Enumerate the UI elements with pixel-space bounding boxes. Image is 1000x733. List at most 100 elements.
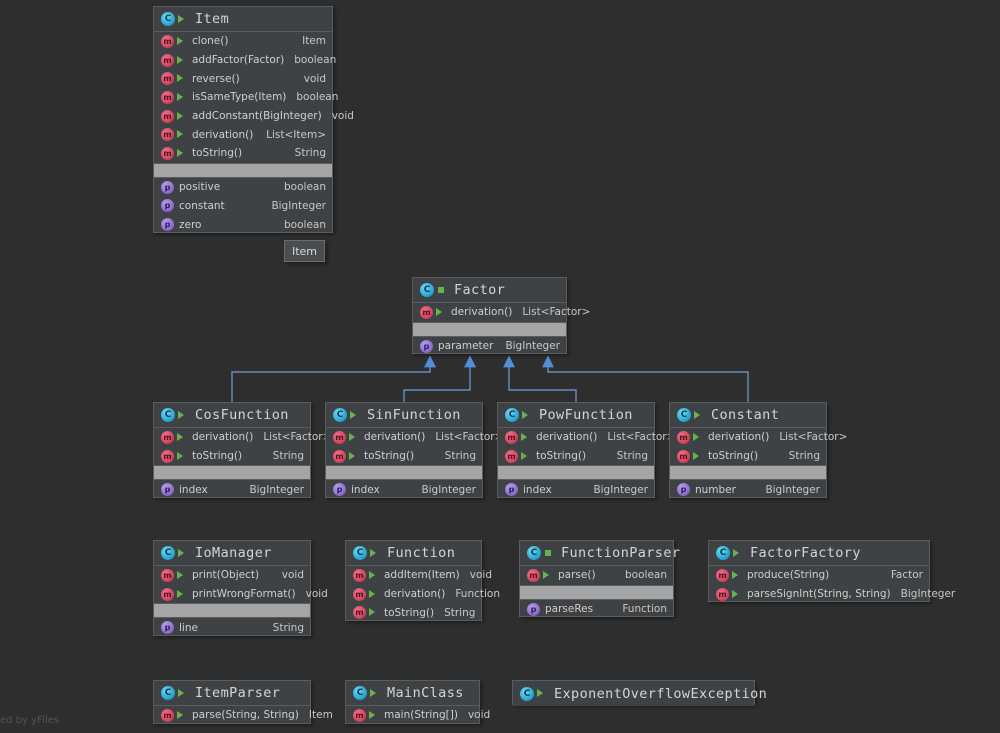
uml-class-function[interactable]: C Function m addItem(Item) void m derivation()… xyxy=(345,540,500,622)
public-visibility-icon xyxy=(733,548,742,559)
method-name: addItem(Item) xyxy=(384,569,460,582)
methods-section: m derivation() List<Factor> m toString() Stri… xyxy=(326,428,503,466)
field-icon: p xyxy=(161,621,174,635)
method-name: toString() xyxy=(536,450,587,463)
field-type: BigInteger xyxy=(421,483,476,496)
uml-class-factorfactory[interactable]: C FactorFactory m produce(String) Factor m par… xyxy=(708,540,955,604)
field-row[interactable]: p index BigInteger xyxy=(154,480,310,499)
edge-layer xyxy=(231,355,749,402)
method-row[interactable]: m derivation() List<Item> xyxy=(154,125,332,144)
method-icon: m xyxy=(420,305,433,319)
public-visibility-icon xyxy=(178,548,187,559)
field-row[interactable]: p line String xyxy=(154,618,310,637)
field-icon: p xyxy=(527,602,540,616)
field-name: positive xyxy=(179,181,221,194)
method-row[interactable]: m toString() String xyxy=(498,447,654,466)
public-visibility-icon xyxy=(349,432,358,443)
class-icon: C xyxy=(161,686,175,700)
class-title-bar[interactable]: C ItemParser xyxy=(154,681,310,706)
method-row[interactable]: m derivation() List<Factor> xyxy=(413,303,590,322)
method-row[interactable]: m derivation() List<Factor> xyxy=(670,428,847,447)
method-type: Factor xyxy=(890,569,923,582)
method-row[interactable]: m addConstant(BigInteger) void xyxy=(154,107,354,126)
method-row[interactable]: m parseSignInt(String, String) BigInteger xyxy=(709,585,955,604)
public-visibility-icon xyxy=(370,688,379,699)
public-visibility-icon xyxy=(177,148,186,159)
field-row[interactable]: p index BigInteger xyxy=(326,480,482,499)
method-row[interactable]: m addFactor(Factor) boolean xyxy=(154,51,336,70)
class-title-bar[interactable]: C ExponentOverflowException xyxy=(513,681,767,706)
public-visibility-icon xyxy=(178,410,187,421)
class-title-bar[interactable]: C SinFunction xyxy=(326,403,482,428)
method-name: print(Object) xyxy=(192,569,260,582)
method-row[interactable]: m main(String[]) void xyxy=(346,706,490,725)
method-type: boolean xyxy=(625,569,667,582)
diagram-canvas[interactable]: C Item m clone() Item m addFactor(Factor) boole… xyxy=(0,0,1000,733)
public-visibility-icon xyxy=(370,548,379,559)
method-row[interactable]: m clone() Item xyxy=(154,32,332,51)
field-row[interactable]: p parseRes Function xyxy=(520,600,673,619)
class-title-bar[interactable]: C FactorFactory xyxy=(709,541,929,566)
class-title-bar[interactable]: C PowFunction xyxy=(498,403,654,428)
class-title-bar[interactable]: C Factor xyxy=(413,278,566,303)
uml-class-powfunction[interactable]: C PowFunction m derivation() List<Factor> m to… xyxy=(497,402,675,499)
field-name: parseRes xyxy=(545,603,594,616)
uml-class-iomanager[interactable]: C IoManager m print(Object) void m printWrongF… xyxy=(153,540,328,637)
fields-section: p line String xyxy=(154,618,310,637)
field-row[interactable]: p constant BigInteger xyxy=(154,197,332,216)
uml-class-sinfunction[interactable]: C SinFunction m derivation() List<Factor> m to… xyxy=(325,402,503,499)
field-row[interactable]: p index BigInteger xyxy=(498,480,654,499)
uml-class-mainclass[interactable]: C MainClass m main(String[]) void xyxy=(345,680,490,725)
public-visibility-icon xyxy=(521,451,530,462)
method-row[interactable]: m toString() String xyxy=(154,144,332,163)
class-icon: C xyxy=(716,546,730,560)
method-icon: m xyxy=(161,128,174,142)
method-row[interactable]: m produce(String) Factor xyxy=(709,566,929,585)
method-row[interactable]: m reverse() void xyxy=(154,69,332,88)
class-title-bar[interactable]: C CosFunction xyxy=(154,403,310,428)
uml-class-itemparser[interactable]: C ItemParser m parse(String, String) Item xyxy=(153,680,333,725)
public-visibility-icon xyxy=(544,548,553,559)
uml-class-exponentoverflowexception[interactable]: C ExponentOverflowException xyxy=(512,680,767,706)
field-row[interactable]: p positive boolean xyxy=(154,178,332,197)
class-icon: C xyxy=(161,408,175,422)
class-title-bar[interactable]: C Constant xyxy=(670,403,826,428)
field-row[interactable]: p parameter BigInteger xyxy=(413,337,566,356)
method-name: reverse() xyxy=(192,72,240,85)
method-type: String xyxy=(616,450,648,463)
public-visibility-icon xyxy=(522,410,531,421)
class-title-bar[interactable]: C FunctionParser xyxy=(520,541,680,566)
method-row[interactable]: m toString() String xyxy=(154,447,310,466)
uml-class-cosfunction[interactable]: C CosFunction m derivation() List<Factor> m to… xyxy=(153,402,331,499)
class-title-bar[interactable]: C Item xyxy=(154,7,332,32)
method-name: derivation() xyxy=(451,306,513,319)
method-row[interactable]: m parse(String, String) Item xyxy=(154,706,333,725)
field-row[interactable]: p zero boolean xyxy=(154,215,332,234)
section-divider xyxy=(154,162,332,178)
class-title-bar[interactable]: C IoManager xyxy=(154,541,310,566)
method-row[interactable]: m parse() boolean xyxy=(520,566,673,585)
class-title-bar[interactable]: C MainClass xyxy=(346,681,479,706)
method-row[interactable]: m toString() String xyxy=(326,447,482,466)
method-row[interactable]: m derivation() List<Factor> xyxy=(498,428,675,447)
class-title-bar[interactable]: C Function xyxy=(346,541,481,566)
field-row[interactable]: p number BigInteger xyxy=(670,480,826,499)
method-row[interactable]: m derivation() Function xyxy=(346,585,500,604)
method-icon: m xyxy=(161,34,174,48)
method-row[interactable]: m derivation() List<Factor> xyxy=(154,428,331,447)
method-name: addConstant(BigInteger) xyxy=(192,110,322,123)
method-type: Item xyxy=(302,35,326,48)
uml-class-factor[interactable]: C Factor m derivation() List<Factor> p paramet… xyxy=(412,277,590,356)
method-row[interactable]: m toString() String xyxy=(346,603,481,622)
public-visibility-icon xyxy=(732,570,741,581)
method-row[interactable]: m printWrongFormat() void xyxy=(154,585,328,604)
uml-class-functionparser[interactable]: C FunctionParser m parse() boolean p parseRes F… xyxy=(519,540,680,619)
method-row[interactable]: m isSameType(Item) boolean xyxy=(154,88,338,107)
method-name: derivation() xyxy=(192,431,254,444)
method-row[interactable]: m addItem(Item) void xyxy=(346,566,492,585)
uml-class-constant[interactable]: C Constant m derivation() List<Factor> m toStr… xyxy=(669,402,847,499)
method-row[interactable]: m toString() String xyxy=(670,447,826,466)
uml-class-item[interactable]: C Item m clone() Item m addFactor(Factor) boole… xyxy=(153,6,354,234)
method-row[interactable]: m print(Object) void xyxy=(154,566,310,585)
method-row[interactable]: m derivation() List<Factor> xyxy=(326,428,503,447)
